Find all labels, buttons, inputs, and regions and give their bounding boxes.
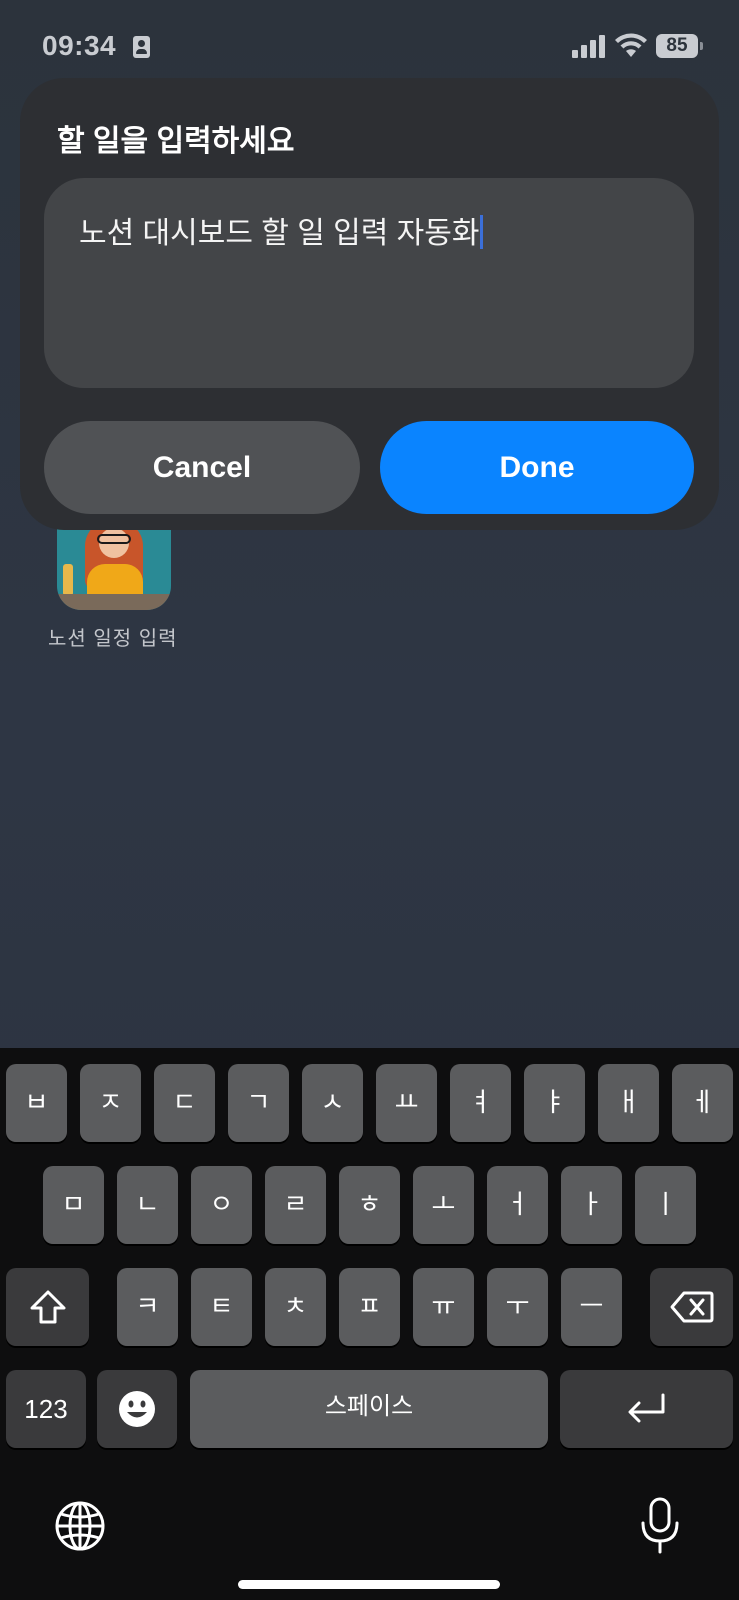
key-yo[interactable]: ㅛ: [376, 1064, 437, 1142]
key-j[interactable]: ㅈ: [80, 1064, 141, 1142]
key-n[interactable]: ㄴ: [117, 1166, 178, 1244]
contact-card-icon: [133, 36, 150, 58]
key-yu[interactable]: ㅠ: [413, 1268, 474, 1346]
key-eu[interactable]: ㅡ: [561, 1268, 622, 1346]
battery-icon: 85: [656, 34, 703, 58]
app-icon-notion-schedule[interactable]: [57, 520, 171, 610]
key-s[interactable]: ㅅ: [302, 1064, 363, 1142]
cancel-button[interactable]: Cancel: [44, 421, 360, 514]
globe-icon[interactable]: [54, 1500, 106, 1552]
key-ch[interactable]: ㅊ: [265, 1268, 326, 1346]
emoji-key[interactable]: [97, 1370, 177, 1448]
key-ya[interactable]: ㅑ: [524, 1064, 585, 1142]
cellular-signal-icon: [572, 34, 606, 58]
key-a[interactable]: ㅏ: [561, 1166, 622, 1244]
return-key[interactable]: [560, 1370, 733, 1448]
key-ae[interactable]: ㅐ: [598, 1064, 659, 1142]
key-d[interactable]: ㄷ: [154, 1064, 215, 1142]
numbers-key[interactable]: 123: [6, 1370, 86, 1448]
space-key[interactable]: 스페이스: [190, 1370, 548, 1448]
task-input-value: 노션 대시보드 할 일 입력 자동화: [79, 217, 480, 250]
emoji-icon: [119, 1391, 155, 1427]
home-indicator[interactable]: [238, 1580, 500, 1589]
wifi-icon: [615, 33, 647, 57]
key-g[interactable]: ㄱ: [228, 1064, 289, 1142]
key-e[interactable]: ㅔ: [672, 1064, 733, 1142]
key-p[interactable]: ㅍ: [339, 1268, 400, 1346]
text-caret: [480, 215, 484, 249]
return-icon: [628, 1393, 664, 1423]
key-r[interactable]: ㄹ: [265, 1166, 326, 1244]
key-t[interactable]: ㅌ: [191, 1268, 252, 1346]
shift-icon: [30, 1290, 65, 1324]
status-time: 09:34: [42, 30, 117, 61]
mic-icon[interactable]: [638, 1497, 682, 1555]
key-yeo[interactable]: ㅕ: [450, 1064, 511, 1142]
input-dialog: 할 일을 입력하세요 노션 대시보드 할 일 입력 자동화 Cancel Don…: [20, 78, 719, 530]
done-button[interactable]: Done: [380, 421, 694, 514]
key-m[interactable]: ㅁ: [43, 1166, 104, 1244]
shift-key[interactable]: [6, 1268, 89, 1346]
key-h[interactable]: ㅎ: [339, 1166, 400, 1244]
key-i[interactable]: ㅣ: [635, 1166, 696, 1244]
key-eo[interactable]: ㅓ: [487, 1166, 548, 1244]
key-b[interactable]: ㅂ: [6, 1064, 67, 1142]
key-u[interactable]: ㅜ: [487, 1268, 548, 1346]
app-label: 노션 일정 입력: [48, 628, 178, 650]
app-icon-art: [63, 564, 73, 596]
key-ng[interactable]: ㅇ: [191, 1166, 252, 1244]
backspace-key[interactable]: [650, 1268, 733, 1346]
key-o[interactable]: ㅗ: [413, 1166, 474, 1244]
task-input-field[interactable]: 노션 대시보드 할 일 입력 자동화: [44, 178, 694, 388]
backspace-icon: [670, 1291, 713, 1323]
key-k[interactable]: ㅋ: [117, 1268, 178, 1346]
dialog-title: 할 일을 입력하세요: [57, 125, 295, 158]
